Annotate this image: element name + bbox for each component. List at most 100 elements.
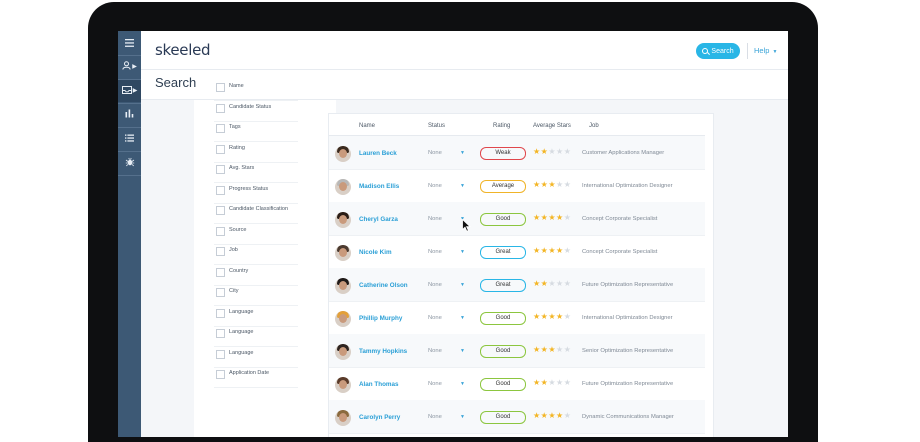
star-rating[interactable]: ★★★★★ — [533, 346, 571, 354]
star-icon[interactable]: ★ — [564, 378, 572, 387]
star-icon[interactable]: ★ — [533, 378, 541, 387]
star-icon[interactable]: ★ — [533, 147, 541, 156]
status-select[interactable]: None — [428, 150, 442, 156]
star-icon[interactable]: ★ — [556, 378, 564, 387]
chevron-down-icon[interactable]: ▼ — [460, 315, 465, 321]
filter-checkbox[interactable] — [216, 267, 225, 277]
table-row[interactable]: Madison Ellis None ▼ Average ★★★★★ Internatio… — [329, 169, 705, 203]
chevron-down-icon[interactable]: ▼ — [460, 249, 465, 255]
star-icon[interactable]: ★ — [556, 147, 564, 156]
filter-checkbox[interactable] — [216, 144, 225, 154]
filter-checkbox[interactable] — [216, 83, 225, 92]
star-icon[interactable]: ★ — [564, 180, 572, 189]
filter-checkbox[interactable] — [216, 165, 225, 174]
filter-option[interactable]: Language — [214, 306, 298, 327]
avatar[interactable] — [335, 212, 351, 228]
star-icon[interactable]: ★ — [564, 345, 572, 354]
column-header-average-stars[interactable]: Average Stars — [533, 123, 571, 129]
rating-badge[interactable]: Good — [480, 345, 526, 358]
candidate-name-link[interactable]: Carolyn Perry — [359, 414, 400, 421]
star-icon[interactable]: ★ — [548, 378, 556, 387]
star-icon[interactable]: ★ — [564, 411, 572, 420]
star-icon[interactable]: ★ — [533, 180, 541, 189]
filter-option[interactable]: Language — [214, 326, 298, 347]
star-icon[interactable]: ★ — [556, 345, 564, 354]
candidates-nav[interactable]: ▶ — [118, 56, 141, 78]
table-row[interactable]: Phillip Murphy None ▼ Good ★★★★★ Internationa… — [329, 301, 705, 335]
star-icon[interactable]: ★ — [533, 411, 541, 420]
star-icon[interactable]: ★ — [548, 246, 556, 255]
avatar[interactable] — [335, 311, 351, 327]
table-row[interactable]: Tammy Hopkins None ▼ Good ★★★★★ Senior Optimi… — [329, 334, 705, 368]
filter-option[interactable]: Candidate Status — [214, 101, 298, 122]
avatar[interactable] — [335, 245, 351, 261]
filter-option[interactable]: Country — [214, 265, 298, 286]
star-rating[interactable]: ★★★★★ — [533, 379, 571, 387]
rating-badge[interactable]: Average — [480, 180, 526, 193]
list-nav[interactable] — [118, 128, 141, 150]
star-icon[interactable]: ★ — [556, 213, 564, 222]
star-icon[interactable]: ★ — [548, 411, 556, 420]
star-icon[interactable]: ★ — [564, 213, 572, 222]
filter-option[interactable]: Source — [214, 224, 298, 245]
star-rating[interactable]: ★★★★★ — [533, 181, 571, 189]
filter-checkbox[interactable] — [216, 185, 225, 195]
help-menu[interactable]: Help ▼ — [754, 46, 777, 55]
star-icon[interactable]: ★ — [548, 345, 556, 354]
filter-checkbox[interactable] — [216, 329, 225, 338]
candidate-name-link[interactable]: Catherine Olson — [359, 282, 408, 289]
rating-badge[interactable]: Good — [480, 312, 526, 325]
star-icon[interactable]: ★ — [533, 213, 541, 222]
star-rating[interactable]: ★★★★★ — [533, 214, 571, 222]
star-icon[interactable]: ★ — [564, 147, 572, 156]
star-icon[interactable]: ★ — [556, 312, 564, 321]
filter-option[interactable]: Job — [214, 244, 298, 265]
star-icon[interactable]: ★ — [533, 345, 541, 354]
chevron-down-icon[interactable]: ▼ — [460, 282, 465, 288]
star-icon[interactable]: ★ — [556, 246, 564, 255]
candidate-name-link[interactable]: Alan Thomas — [359, 381, 399, 388]
filter-option[interactable]: City — [214, 285, 298, 306]
table-row[interactable]: Carolyn Perry None ▼ Good ★★★★★ Dynamic Commu… — [329, 400, 705, 434]
star-rating[interactable]: ★★★★★ — [533, 313, 571, 321]
skeeled-logo[interactable]: skeeled — [155, 41, 211, 59]
star-icon[interactable]: ★ — [533, 279, 541, 288]
avatar[interactable] — [335, 146, 351, 162]
filter-checkbox[interactable] — [216, 308, 225, 318]
filter-checkbox[interactable] — [216, 226, 225, 236]
inbox-nav[interactable]: ▶ — [118, 80, 141, 102]
filter-checkbox[interactable] — [216, 349, 225, 359]
chevron-down-icon[interactable]: ▼ — [460, 348, 465, 354]
table-row[interactable]: Cheryl GarzaNone▼Good★★★★★Concept Corpor… — [329, 202, 705, 236]
star-icon[interactable]: ★ — [564, 312, 572, 321]
search-button[interactable]: Search — [696, 43, 740, 59]
rating-badge[interactable]: Good — [480, 411, 526, 424]
star-icon[interactable]: ★ — [548, 147, 556, 156]
star-icon[interactable]: ★ — [548, 180, 556, 189]
candidate-name-link[interactable]: Nicole Kim — [359, 249, 392, 256]
star-rating[interactable]: ★★★★★ — [533, 148, 571, 156]
star-icon[interactable]: ★ — [548, 213, 556, 222]
candidate-name-link[interactable]: Tammy Hopkins — [359, 348, 407, 355]
filter-checkbox[interactable] — [216, 370, 225, 379]
rating-badge[interactable]: Good — [480, 213, 526, 226]
avatar[interactable] — [335, 344, 351, 360]
star-icon[interactable]: ★ — [533, 312, 541, 321]
star-icon[interactable]: ★ — [564, 246, 572, 255]
status-select[interactable]: None — [428, 315, 442, 321]
status-select[interactable]: None — [428, 216, 442, 222]
analytics-nav[interactable] — [118, 104, 141, 126]
status-select[interactable]: None — [428, 249, 442, 255]
candidate-name-link[interactable]: Madison Ellis — [359, 183, 399, 190]
table-row[interactable]: Alan Thomas None ▼ Good ★★★★★ Future Optimiza… — [329, 367, 705, 401]
filter-option[interactable]: Application Date — [214, 367, 298, 388]
chevron-down-icon[interactable]: ▼ — [460, 150, 465, 156]
star-icon[interactable]: ★ — [533, 246, 541, 255]
column-header-job[interactable]: Job — [589, 123, 599, 129]
status-select[interactable]: None — [428, 414, 442, 420]
filter-checkbox[interactable] — [216, 247, 225, 256]
filter-option[interactable]: Candidate Classification — [214, 203, 298, 224]
avatar[interactable] — [335, 377, 351, 393]
table-row[interactable]: Lauren Beck None ▼ Weak ★★★★★ Customer Applic… — [329, 136, 705, 170]
column-header-status[interactable]: Status — [428, 123, 445, 129]
